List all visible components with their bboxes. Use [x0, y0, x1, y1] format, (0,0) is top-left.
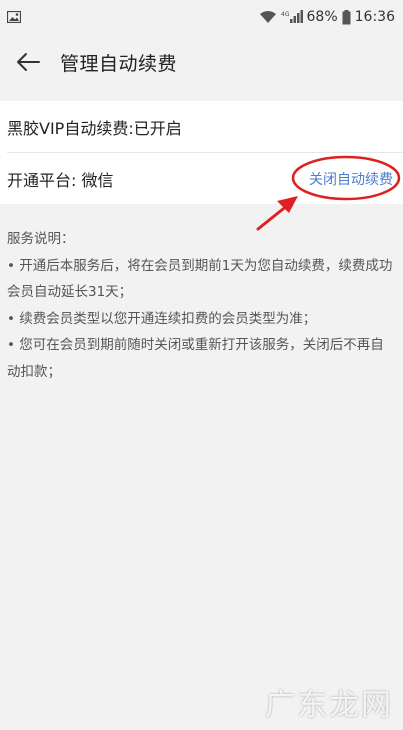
subscription-card: 黑胶VIP自动续费:已开启 开通平台: 微信 关闭自动续费	[0, 101, 403, 204]
description-item: • 续费会员类型以您开通连续扣费的会员类型为准；	[7, 310, 317, 327]
battery-icon	[342, 9, 351, 25]
network-label: 4G	[281, 11, 290, 18]
app-header: 管理自动续费	[0, 34, 403, 90]
platform-text: 开通平台: 微信	[7, 170, 114, 190]
status-left	[7, 11, 21, 23]
description-item: • 开通后本服务后，将在会员到期前1天为您自动续费，续费成功会员自动延长31天；	[7, 257, 393, 301]
back-arrow-icon	[17, 53, 40, 71]
status-bar: 4G 68% 16:36	[0, 0, 403, 34]
gallery-icon	[7, 11, 21, 23]
platform-row: 开通平台: 微信 关闭自动续费	[0, 153, 403, 204]
description-item: • 您可在会员到期前随时关闭或重新打开该服务，关闭后不再自动扣款；	[7, 337, 384, 380]
subscription-status-row: 黑胶VIP自动续费:已开启	[0, 101, 403, 152]
screen: 4G 68% 16:36 管理自动续费 黑胶VIP自动续费:已开启 开通平台: …	[0, 0, 403, 730]
watermark: 广东龙网	[265, 688, 393, 723]
status-right: 4G 68% 16:36	[259, 9, 395, 25]
wifi-icon	[259, 10, 277, 24]
page-title: 管理自动续费	[60, 52, 178, 75]
signal-icon: 4G	[281, 10, 303, 24]
subscription-status-text: 黑胶VIP自动续费:已开启	[7, 118, 182, 138]
back-button[interactable]	[0, 34, 56, 90]
status-time: 16:36	[354, 9, 395, 25]
description-heading: 服务说明：	[7, 231, 75, 247]
battery-percent: 68%	[306, 9, 338, 25]
service-description: 服务说明： • 开通后本服务后，将在会员到期前1天为您自动续费，续费成功会员自动…	[7, 226, 397, 385]
cancel-auto-renew-link[interactable]: 关闭自动续费	[309, 169, 393, 189]
